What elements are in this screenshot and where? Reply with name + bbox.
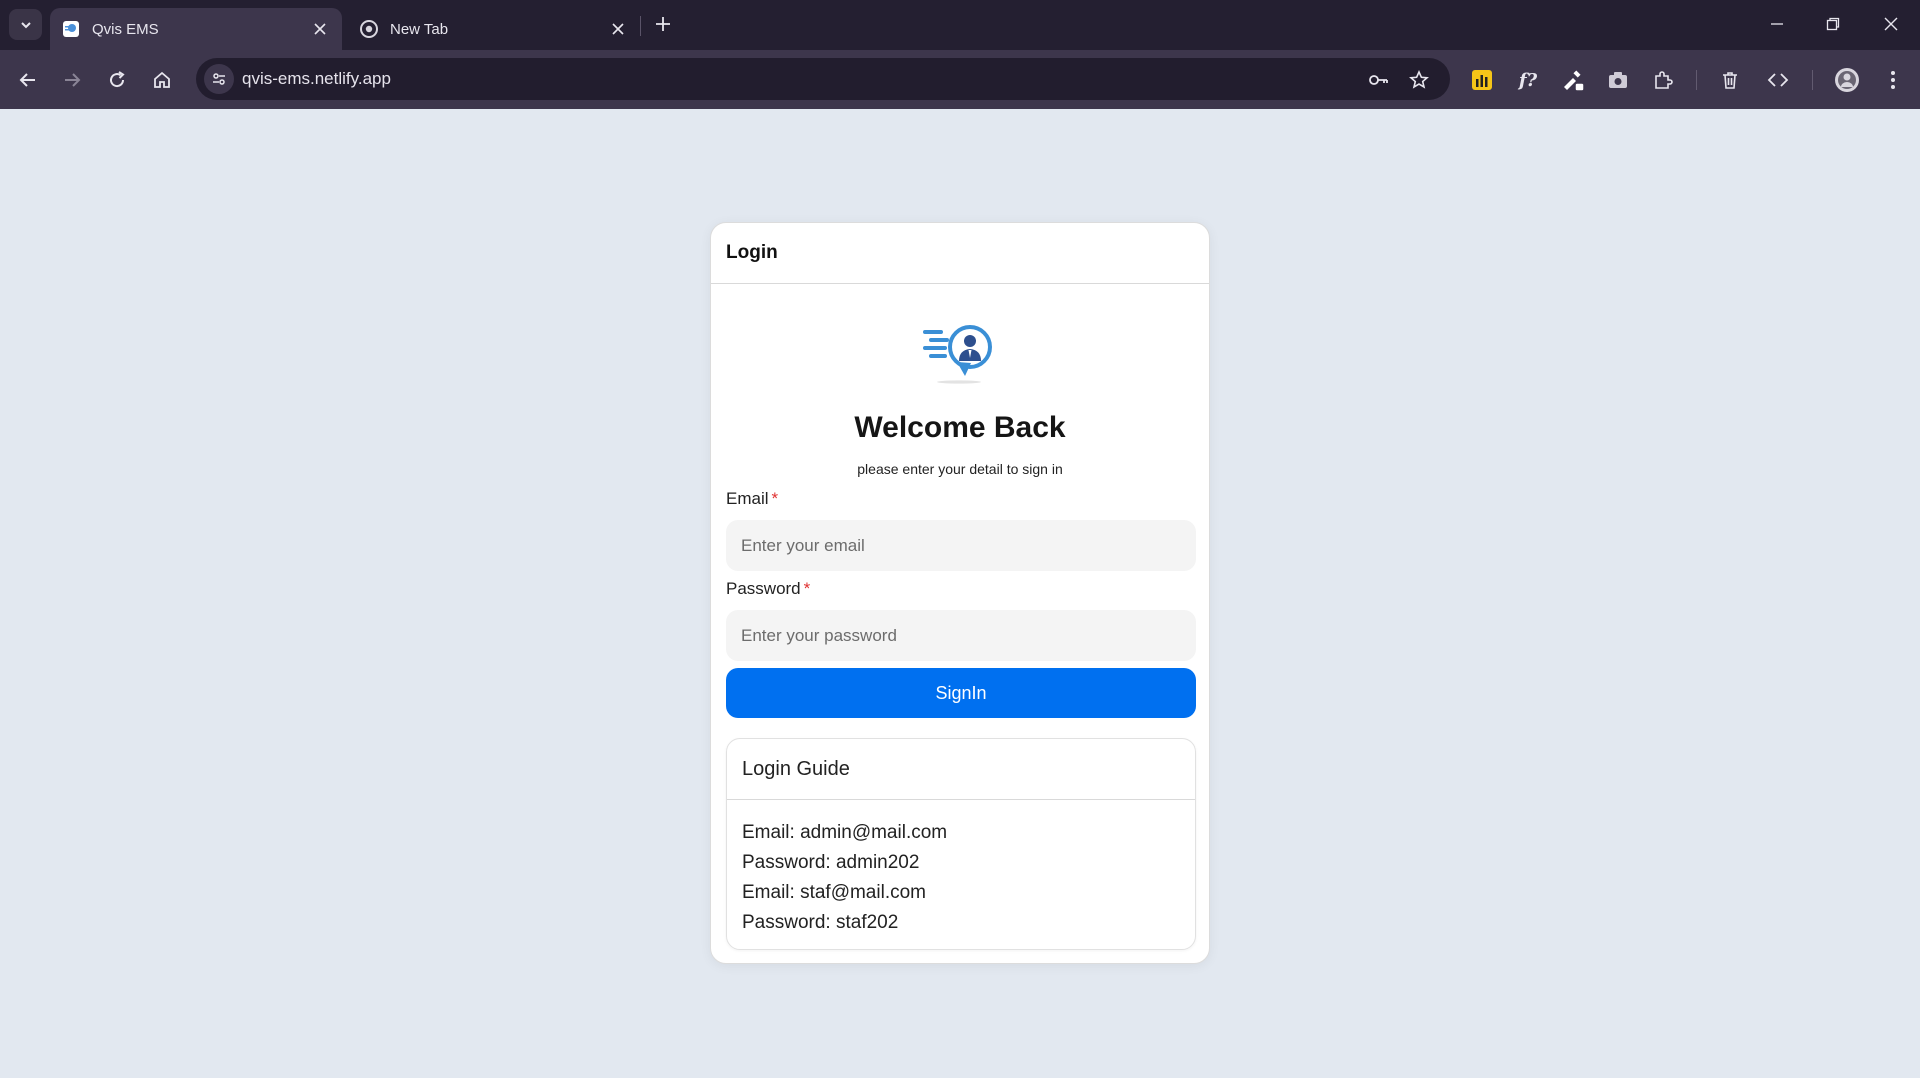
home-icon xyxy=(154,71,170,88)
guide-line: Password: admin202 xyxy=(742,852,920,873)
reload-button[interactable] xyxy=(103,66,131,94)
toolbar-separator xyxy=(1696,70,1697,90)
browser-toolbar: qvis-ems.netlify.app f? xyxy=(0,50,1920,109)
toolbar-separator xyxy=(1812,70,1813,90)
email-label-text: Email xyxy=(726,489,769,508)
plus-icon xyxy=(656,17,670,31)
tab-new-tab[interactable]: New Tab xyxy=(348,8,640,50)
minimize-icon xyxy=(1771,23,1783,25)
login-card: Login Welcome Back please enter your det… xyxy=(710,222,1210,964)
password-input[interactable] xyxy=(726,610,1196,661)
forward-button[interactable] xyxy=(58,66,86,94)
tab-strip: Qvis EMS New Tab xyxy=(0,0,1920,50)
star-icon xyxy=(1409,70,1429,89)
password-label-text: Password xyxy=(726,579,801,598)
code-icon xyxy=(1767,73,1789,87)
camera-icon xyxy=(1609,72,1627,88)
avatar xyxy=(1835,68,1859,92)
address-bar[interactable]: qvis-ems.netlify.app xyxy=(196,58,1450,100)
email-label: Email * xyxy=(726,489,778,509)
tune-icon xyxy=(213,73,225,85)
trash-icon xyxy=(1723,72,1737,89)
key-icon xyxy=(1369,75,1388,85)
site-info-button[interactable] xyxy=(204,64,234,94)
email-input[interactable] xyxy=(726,520,1196,571)
close-tab-icon[interactable] xyxy=(608,19,628,39)
login-guide-card: Login Guide Email: admin@mail.com Passwo… xyxy=(726,738,1196,950)
profile-button[interactable] xyxy=(1833,66,1861,94)
arrow-right-icon xyxy=(65,73,81,87)
ems-logo-icon xyxy=(923,325,992,384)
delete-button[interactable] xyxy=(1716,66,1744,94)
extension-function-button[interactable]: f? xyxy=(1514,66,1542,94)
tab-title: New Tab xyxy=(390,20,449,38)
extension-bar-chart-button[interactable] xyxy=(1468,66,1496,94)
bar-chart-icon xyxy=(1472,70,1492,90)
extension-camera-button[interactable] xyxy=(1604,66,1632,94)
eyedropper-icon xyxy=(1564,70,1585,92)
tab-title: Qvis EMS xyxy=(92,20,159,38)
close-icon xyxy=(1884,17,1898,31)
chevron-down-icon xyxy=(20,21,31,28)
tab-qvis-ems[interactable]: Qvis EMS xyxy=(50,8,342,50)
extensions-button[interactable] xyxy=(1649,66,1677,94)
reload-icon xyxy=(110,71,125,88)
signin-button[interactable]: SignIn xyxy=(726,668,1196,718)
function-icon: f? xyxy=(1518,69,1538,91)
login-card-header: Login xyxy=(711,223,1209,284)
arrow-left-icon xyxy=(19,73,35,87)
chrome-icon xyxy=(360,20,378,38)
back-button[interactable] xyxy=(14,66,42,94)
extension-eyedropper-button[interactable] xyxy=(1559,66,1587,94)
url-text: qvis-ems.netlify.app xyxy=(242,69,391,88)
password-key-button[interactable] xyxy=(1366,68,1390,92)
bookmark-button[interactable] xyxy=(1407,68,1431,92)
login-guide-body: Email: admin@mail.com Password: admin202… xyxy=(727,800,1195,938)
guide-line: Email: admin@mail.com xyxy=(742,822,948,843)
devtools-button[interactable] xyxy=(1764,66,1792,94)
qvis-favicon-icon xyxy=(62,20,80,38)
tab-separator xyxy=(640,16,641,36)
login-guide-title: Login Guide xyxy=(727,739,1195,800)
puzzle-icon xyxy=(1655,71,1673,89)
welcome-subtitle: please enter your detail to sign in xyxy=(857,461,1063,477)
restore-icon xyxy=(1826,17,1840,31)
restore-button[interactable] xyxy=(1821,12,1845,36)
required-marker: * xyxy=(803,579,811,598)
password-label: Password * xyxy=(726,579,810,599)
tab-search-button[interactable] xyxy=(9,9,42,40)
guide-line: Email: staf@mail.com xyxy=(742,882,926,903)
welcome-title: Welcome Back xyxy=(854,411,1066,444)
more-vert-icon xyxy=(1891,71,1895,89)
close-window-button[interactable] xyxy=(1879,12,1903,36)
menu-button[interactable] xyxy=(1879,66,1907,94)
minimize-button[interactable] xyxy=(1765,12,1789,36)
new-tab-button[interactable] xyxy=(651,12,675,36)
close-tab-icon[interactable] xyxy=(310,19,330,39)
home-button[interactable] xyxy=(148,66,176,94)
required-marker: * xyxy=(771,489,779,508)
guide-line: Password: staf202 xyxy=(742,912,899,933)
